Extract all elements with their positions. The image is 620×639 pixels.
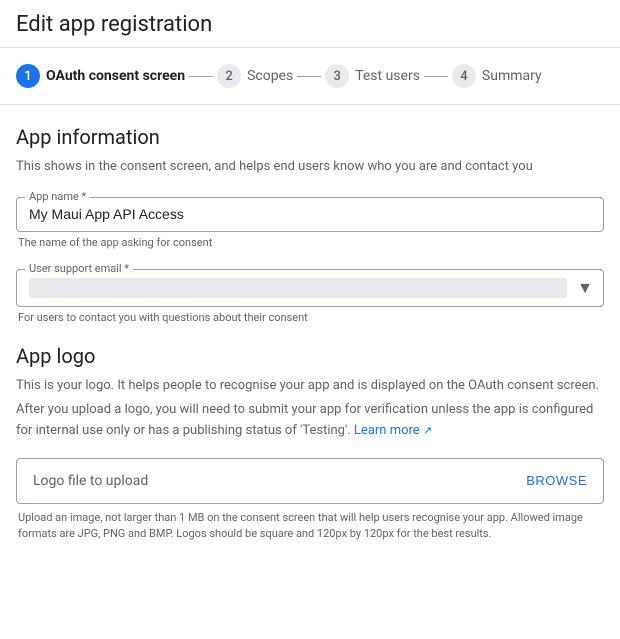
page-title: Edit app registration — [16, 12, 604, 37]
step-divider-2 — [297, 76, 321, 77]
app-logo-desc-1: This is your logo. It helps people to re… — [16, 376, 604, 397]
stepper: 1 OAuth consent screen 2 Scopes 3 Test u… — [0, 48, 620, 105]
external-link-icon: ↗ — [423, 424, 432, 437]
main-content: App information This shows in the consen… — [0, 105, 620, 559]
user-support-email-group: User support email * ▼ For users to cont… — [16, 269, 604, 324]
step-4-label: Summary — [482, 68, 542, 84]
dropdown-arrow-icon: ▼ — [577, 278, 593, 298]
browse-button[interactable]: BROWSE — [526, 473, 587, 488]
user-support-email-label: User support email * — [25, 262, 133, 275]
upload-hint-text: Upload an image, not larger than 1 MB on… — [16, 510, 604, 543]
page-header: Edit app registration — [0, 0, 620, 48]
step-4[interactable]: 4 Summary — [452, 64, 542, 88]
user-support-email-value — [29, 278, 567, 298]
step-1-circle: 1 — [16, 64, 40, 88]
app-name-input[interactable] — [29, 206, 591, 222]
app-logo-section: App logo This is your logo. It helps peo… — [16, 344, 604, 543]
app-name-hint: The name of the app asking for consent — [16, 236, 604, 249]
step-3-label: Test users — [355, 68, 420, 84]
app-logo-desc-2: After you upload a logo, you will need t… — [16, 400, 604, 442]
step-1-label: OAuth consent screen — [46, 68, 185, 84]
app-logo-desc-2-text: After you upload a logo, you will need t… — [16, 402, 593, 438]
user-support-email-hint: For users to contact you with questions … — [16, 311, 604, 324]
step-2-circle: 2 — [217, 64, 241, 88]
learn-more-link[interactable]: Learn more ↗ — [354, 423, 432, 438]
upload-placeholder-text: Logo file to upload — [33, 473, 148, 489]
step-divider-3 — [424, 76, 448, 77]
step-divider-1 — [189, 76, 213, 77]
step-3-circle: 3 — [325, 64, 349, 88]
user-support-email-wrapper[interactable]: User support email * ▼ — [16, 269, 604, 307]
step-2[interactable]: 2 Scopes — [217, 64, 293, 88]
step-4-circle: 4 — [452, 64, 476, 88]
app-information-desc: This shows in the consent screen, and he… — [16, 157, 604, 177]
app-name-wrapper: App name * — [16, 197, 604, 232]
app-name-label: App name * — [25, 190, 90, 203]
step-2-label: Scopes — [247, 68, 293, 84]
step-1[interactable]: 1 OAuth consent screen — [16, 64, 185, 88]
app-name-group: App name * The name of the app asking fo… — [16, 197, 604, 249]
app-information-title: App information — [16, 125, 604, 149]
logo-upload-box: Logo file to upload BROWSE — [16, 458, 604, 504]
learn-more-label: Learn more — [354, 423, 420, 438]
app-logo-title: App logo — [16, 344, 604, 368]
step-3[interactable]: 3 Test users — [325, 64, 420, 88]
